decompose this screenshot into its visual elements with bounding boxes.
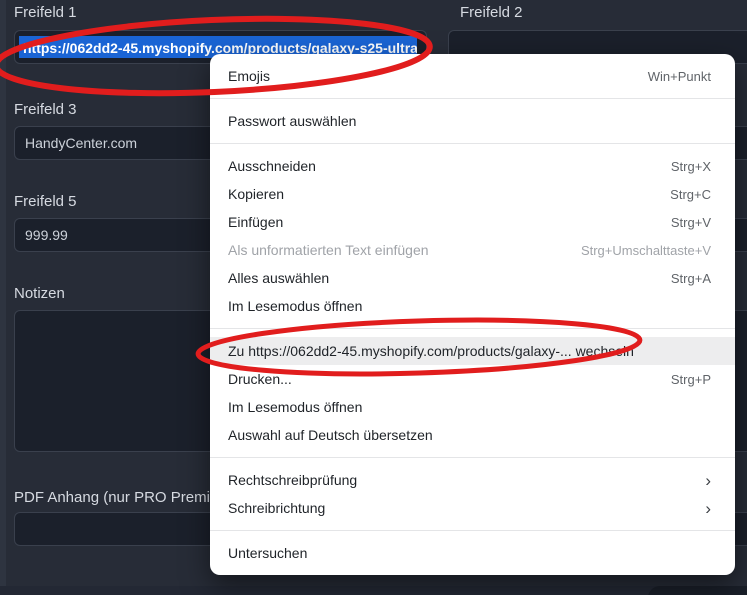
submenu-arrow-icon: › [705,498,711,518]
menu-group: Zu https://062dd2-45.myshopify.com/produ… [210,329,735,457]
menu-item-ausschneiden[interactable]: Ausschneiden Strg+X [210,152,735,180]
menu-item-untersuchen[interactable]: Untersuchen [210,539,735,567]
bottom-right-partial-button[interactable] [648,586,747,595]
menu-item-passwort-auswaehlen[interactable]: Passwort auswählen [210,107,735,135]
menu-item-label: Kopieren [228,186,285,202]
menu-item-label: Einfügen [228,214,284,230]
menu-item-label: Als unformatierten Text einfügen [228,242,429,258]
pdf-anhang-label: PDF Anhang (nur PRO Premium [14,489,231,506]
menu-item-label: Ausschneiden [228,158,316,174]
menu-item-als-unformatierten-text-einfuegen[interactable]: Als unformatierten Text einfügen Strg+Ums… [210,236,735,264]
menu-group: Rechtschreibprüfung › Schreibrichtung › [210,458,735,530]
freifeld3-label: Freifeld 3 [14,101,77,118]
menu-item-label: Emojis [228,68,271,84]
freifeld2-label: Freifeld 2 [460,4,523,21]
menu-item-label: Im Lesemodus öffnen [228,399,363,415]
menu-item-label: Drucken... [228,371,292,387]
menu-item-shortcut: Strg+V [670,214,711,230]
left-edge-strip [0,0,6,595]
menu-item-im-lesemodus-oeffnen[interactable]: Im Lesemodus öffnen [210,292,735,320]
bottom-edge-strip [0,586,747,595]
menu-group: Passwort auswählen [210,99,735,143]
menu-item-shortcut: Strg+X [670,158,711,174]
freifeld1-label: Freifeld 1 [14,4,77,21]
menu-item-drucken[interactable]: Drucken... Strg+P [210,365,735,393]
menu-item-label: Untersuchen [228,545,308,561]
menu-item-kopieren[interactable]: Kopieren Strg+C [210,180,735,208]
menu-item-label: Auswahl auf Deutsch übersetzen [228,427,433,443]
menu-item-label: Passwort auswählen [228,113,357,129]
menu-item-label: Alles auswählen [228,270,330,286]
menu-group: Untersuchen [210,531,735,575]
menu-item-emojis[interactable]: Emojis Win+Punkt [210,62,735,90]
menu-item-auswahl-auf-deutsch-uebersetzen[interactable]: Auswahl auf Deutsch übersetzen [210,421,735,449]
notizen-label: Notizen [14,285,65,302]
menu-item-shortcut: Strg+C [670,186,711,202]
menu-item-zu-url-wechseln[interactable]: Zu https://062dd2-45.myshopify.com/produ… [210,337,735,365]
menu-item-label: Schreibrichtung [228,500,326,516]
submenu-arrow-icon: › [705,470,711,490]
menu-item-rechtschreibpruefung[interactable]: Rechtschreibprüfung › [210,466,735,494]
menu-item-im-lesemodus-oeffnen-2[interactable]: Im Lesemodus öffnen [210,393,735,421]
menu-item-schreibrichtung[interactable]: Schreibrichtung › [210,494,735,522]
menu-group: Ausschneiden Strg+X Kopieren Strg+C Einfügen… [210,144,735,328]
menu-item-shortcut: Strg+Umschalttaste+V [580,242,711,258]
menu-item-shortcut: Win+Punkt [647,68,711,84]
freifeld5-label: Freifeld 5 [14,193,77,210]
menu-item-einfuegen[interactable]: Einfügen Strg+V [210,208,735,236]
menu-item-label: Rechtschreibprüfung [228,472,358,488]
context-menu: Emojis Win+Punkt Passwort auswählen Ausschn… [210,54,735,575]
menu-item-label: Zu https://062dd2-45.myshopify.com/produ… [228,343,634,359]
page: Freifeld 1 https://062dd2-45.myshopify.c… [0,0,747,595]
menu-item-alles-auswaehlen[interactable]: Alles auswählen Strg+A [210,264,735,292]
menu-item-shortcut: Strg+P [670,371,711,387]
menu-group: Emojis Win+Punkt [210,54,735,98]
menu-item-label: Im Lesemodus öffnen [228,298,363,314]
menu-item-shortcut: Strg+A [670,270,711,286]
